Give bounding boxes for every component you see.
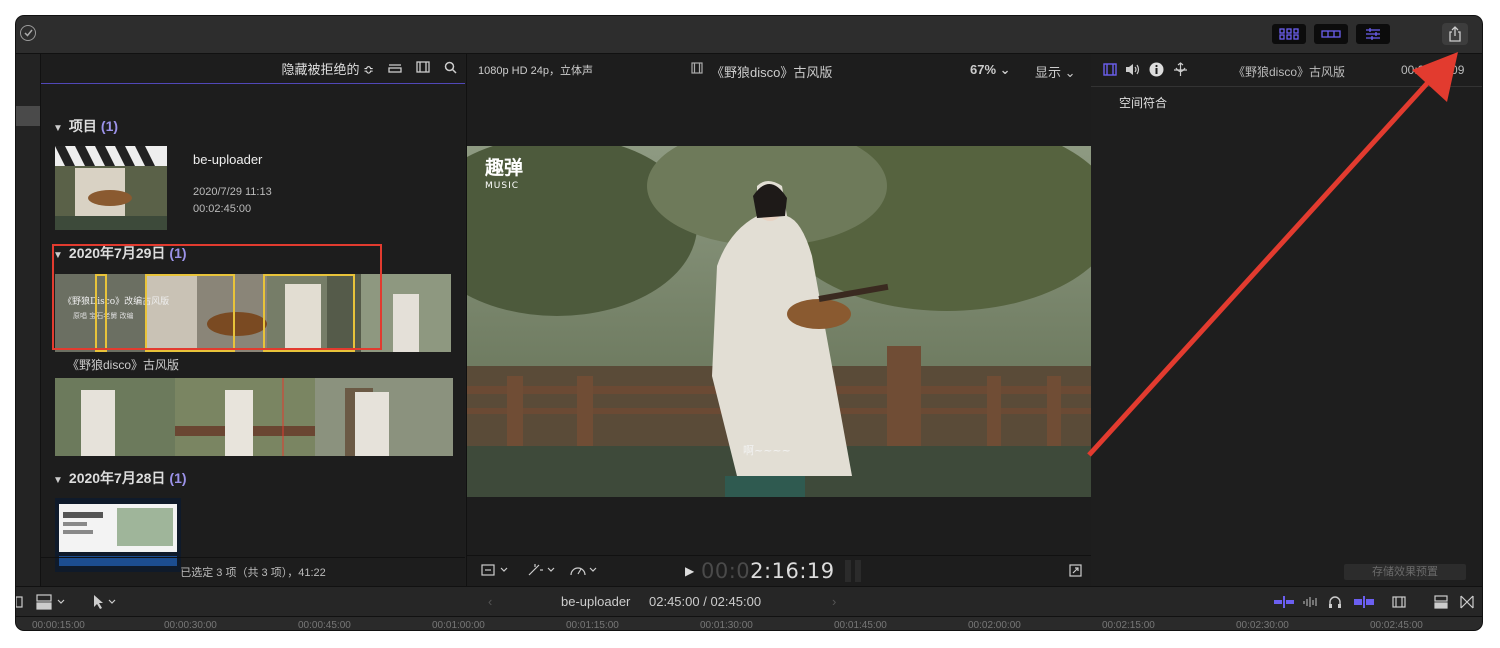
annotation-arrow [1087,52,1458,457]
